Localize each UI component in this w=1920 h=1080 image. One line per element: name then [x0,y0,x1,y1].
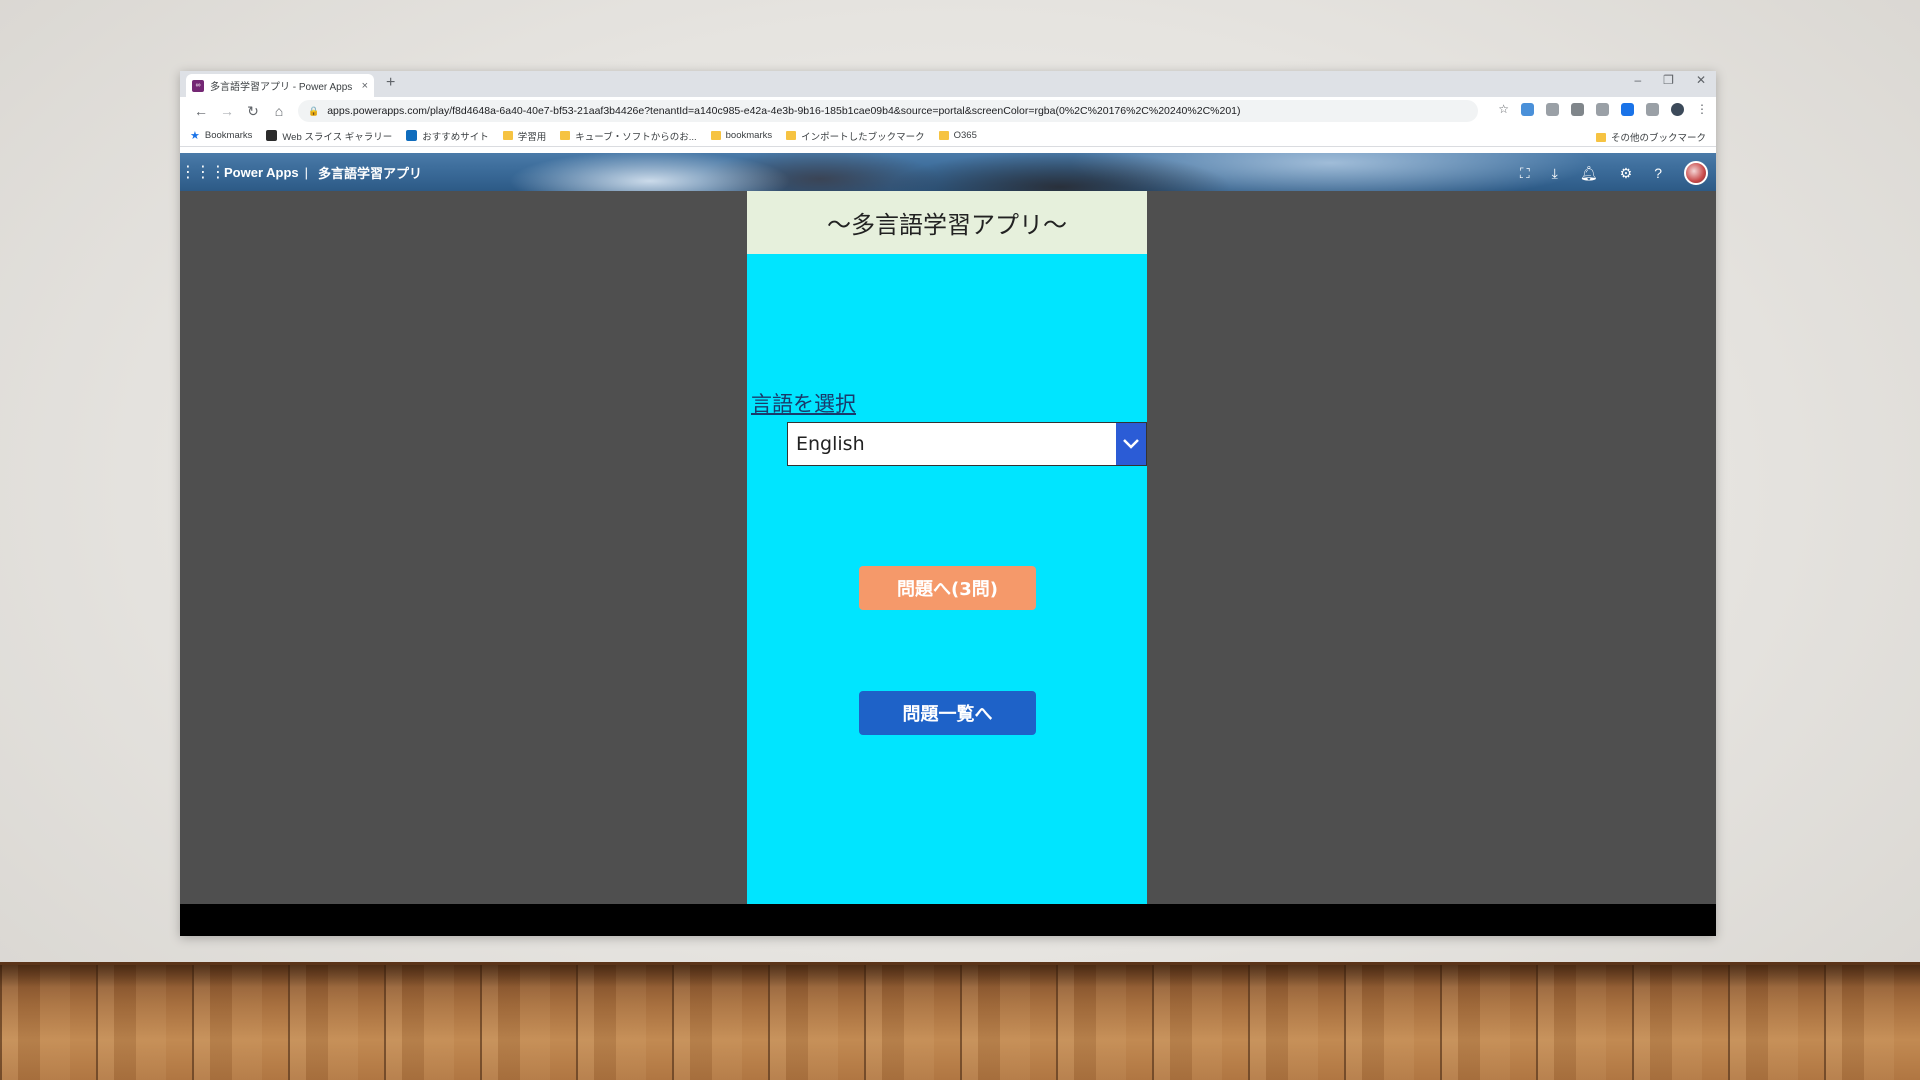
bottom-bar [180,904,1716,936]
fullscreen-icon[interactable]: ⛶ [1520,165,1530,182]
language-selected-value: English [796,433,865,455]
bookmark-folder[interactable]: O365 [938,130,977,141]
app-screen: ～多言語学習アプリ～ 言語を選択 English 問題へ(3問) 問題一覧へ [747,191,1147,904]
question-list-button[interactable]: 問題一覧へ [859,691,1036,735]
header-actions: ⛶ ⤓ 🔔︎ ⚙ ? [1520,161,1708,185]
bell-icon[interactable]: 🔔︎ [1580,165,1598,182]
web-slice-icon [266,130,278,141]
restore-button[interactable]: ❐ [1663,73,1674,87]
star-icon: ★ [190,130,200,142]
cloud-extension-icon[interactable] [1521,102,1534,116]
wooden-floor [0,962,1920,1080]
browser-menu-icon[interactable]: ⋮ [1696,102,1708,116]
other-bookmarks[interactable]: その他のブックマーク [1595,130,1706,144]
folder-icon [1595,132,1606,142]
new-tab-button[interactable]: + [386,74,395,92]
chat-extension-icon[interactable] [1621,102,1634,116]
powerapps-header: ⋮⋮⋮ Power Apps | 多言語学習アプリ ⛶ ⤓ 🔔︎ ⚙ ? [180,153,1716,191]
bookmark-folder[interactable]: インポートしたブックマーク [786,129,925,143]
back-arrow-icon[interactable]: ← [188,103,214,119]
folder-icon [560,131,571,140]
app-title-bar: ～多言語学習アプリ～ [747,191,1147,254]
header-separator: | [304,164,309,180]
bookmark-item[interactable]: ★ Bookmarks [190,129,252,142]
address-bar[interactable]: 🔒 apps.powerapps.com/play/f8d4648a-6a40-… [298,100,1478,122]
bookmark-folder[interactable]: bookmarks [710,130,772,141]
bookmark-star-icon[interactable]: ☆ [1498,102,1509,116]
language-label: 言語を選択 [751,392,856,416]
extension-icon-4[interactable] [1596,102,1609,116]
shield-extension-icon[interactable] [1646,102,1659,116]
download-icon[interactable]: ⤓ [1552,165,1558,182]
close-window-button[interactable]: ✕ [1696,73,1706,87]
product-name: Power Apps [224,164,299,180]
avatar[interactable] [1684,161,1708,185]
window-controls: – ❐ ✕ [1634,73,1706,87]
extension-icons: ☆ ⋮ [1498,102,1708,116]
minimize-button[interactable]: – [1634,73,1641,87]
bookmark-folder[interactable]: キューブ・ソフトからのお... [560,129,697,143]
browser-window: ∞ 多言語学習アプリ - Power Apps × + – ❐ ✕ ← → ↻ … [180,71,1716,936]
bookmark-item[interactable]: おすすめサイト [406,129,489,143]
chevron-down-icon[interactable] [1116,423,1146,465]
gear-icon[interactable]: ⚙ [1620,165,1633,182]
folder-icon [786,131,797,140]
url-text: apps.powerapps.com/play/f8d4648a-6a40-40… [327,105,1241,117]
profile-icon[interactable] [1671,102,1684,116]
reload-icon[interactable]: ↻ [240,103,266,120]
bookmark-folder[interactable]: 学習用 [502,129,546,143]
app-launcher-icon[interactable]: ⋮⋮⋮ [180,162,226,182]
quiz-button[interactable]: 問題へ(3問) [859,566,1036,610]
bing-icon [406,130,418,141]
extension-icon-2[interactable] [1546,102,1559,116]
app-name: 多言語学習アプリ [318,165,423,181]
tab-strip: ∞ 多言語学習アプリ - Power Apps × + – ❐ ✕ [180,71,1716,97]
folder-icon [938,131,949,140]
folder-icon [502,131,513,140]
browser-tab[interactable]: ∞ 多言語学習アプリ - Power Apps × [186,74,374,97]
browser-toolbar: ← → ↻ ⌂ 🔒 apps.powerapps.com/play/f8d464… [180,97,1716,125]
tab-title: 多言語学習アプリ - Power Apps [210,82,353,93]
tab-close-icon[interactable]: × [362,80,368,92]
language-dropdown[interactable]: English [787,422,1147,466]
extension-icon-3[interactable] [1571,102,1584,116]
help-icon[interactable]: ? [1654,165,1662,181]
app-title: ～多言語学習アプリ～ [827,211,1067,239]
powerapps-favicon-icon: ∞ [192,79,204,92]
lock-icon: 🔒 [308,105,320,116]
folder-icon [710,131,721,140]
bookmarks-bar: ★ Bookmarks Web スライス ギャラリー おすすめサイト 学習用 キュ… [180,125,1716,147]
bookmark-item[interactable]: Web スライス ギャラリー [266,129,392,143]
home-icon[interactable]: ⌂ [266,103,292,119]
forward-arrow-icon[interactable]: → [214,103,240,119]
